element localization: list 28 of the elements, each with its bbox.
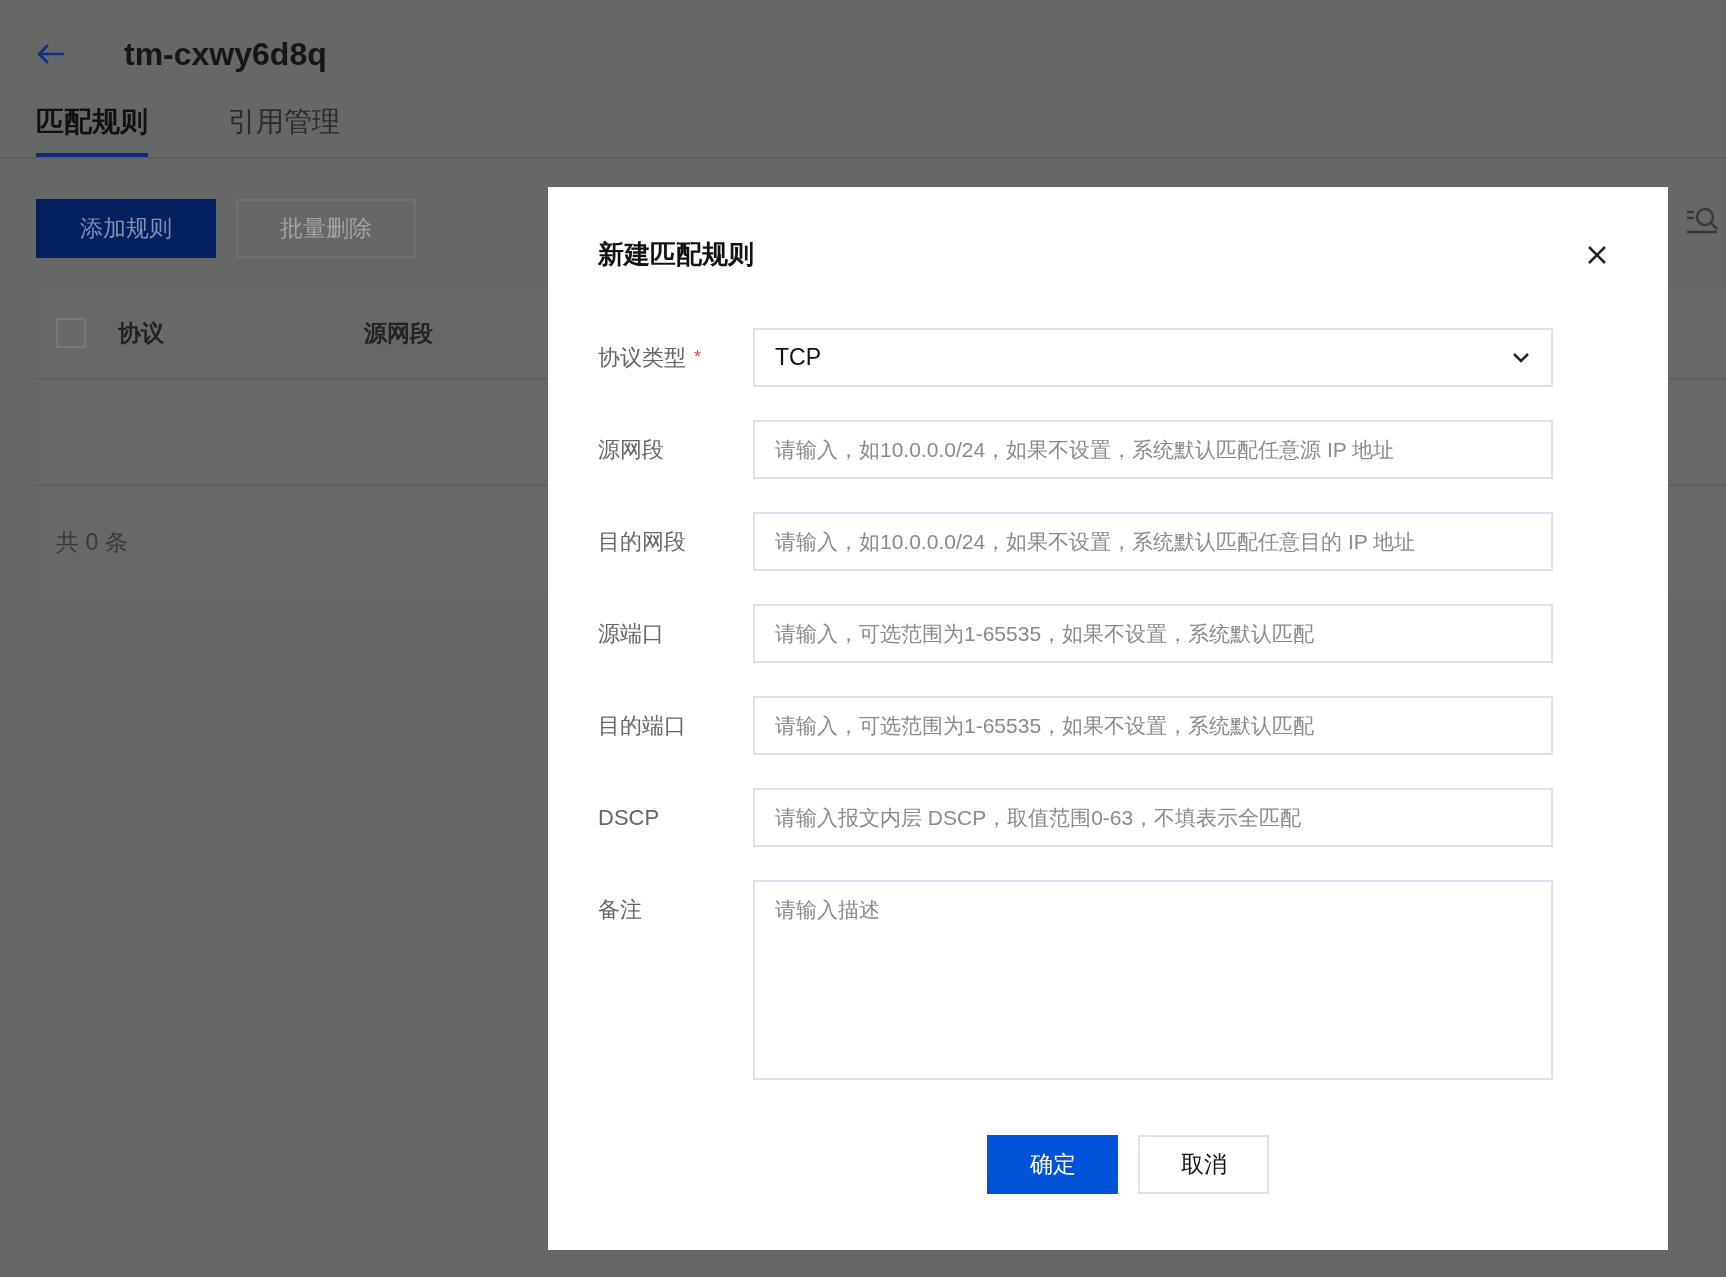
field-label: 备注 bbox=[598, 896, 642, 924]
field-label: 目的端口 bbox=[598, 712, 686, 740]
field-label: DSCP bbox=[598, 804, 660, 832]
back-arrow-icon[interactable] bbox=[36, 43, 66, 65]
input-field[interactable]: 请输入，可选范围为1-65535，如果不设置，系统默认匹配 bbox=[753, 696, 1553, 755]
protocol-select[interactable]: TCP bbox=[753, 328, 1553, 387]
column-header: 协议 bbox=[118, 318, 164, 348]
field-label: 源端口 bbox=[598, 620, 664, 648]
tab[interactable]: 匹配规则 bbox=[36, 102, 148, 157]
input-field[interactable]: 请输入，可选范围为1-65535，如果不设置，系统默认匹配 bbox=[753, 604, 1553, 663]
description-field[interactable]: 请输入描述 bbox=[753, 880, 1553, 1080]
tab[interactable]: 引用管理 bbox=[228, 102, 340, 157]
close-icon[interactable] bbox=[1586, 243, 1608, 266]
input-field[interactable]: 请输入，如10.0.0.0/24，如果不设置，系统默认匹配任意目的 IP 地址 bbox=[753, 512, 1553, 571]
filter-search-icon[interactable] bbox=[1686, 206, 1720, 236]
confirm-button[interactable]: 确定 bbox=[987, 1135, 1118, 1194]
dialog-title: 新建匹配规则 bbox=[598, 238, 754, 271]
cancel-button[interactable]: 取消 bbox=[1138, 1135, 1269, 1194]
required-mark: * bbox=[694, 346, 701, 369]
input-field[interactable]: 请输入报文内层 DSCP，取值范围0-63，不填表示全匹配 bbox=[753, 788, 1553, 847]
page-title: tm-cxwy6d8q bbox=[124, 35, 327, 73]
caret-icon bbox=[1511, 350, 1531, 365]
column-header: 源网段 bbox=[364, 318, 433, 348]
field-label: 源网段 bbox=[598, 436, 664, 464]
field-label: 协议类型 bbox=[598, 344, 686, 372]
field-label: 目的网段 bbox=[598, 528, 686, 556]
input-field[interactable]: 请输入，如10.0.0.0/24，如果不设置，系统默认匹配任意源 IP 地址 bbox=[753, 420, 1553, 479]
add-rule-button[interactable]: 添加规则 bbox=[36, 199, 216, 258]
